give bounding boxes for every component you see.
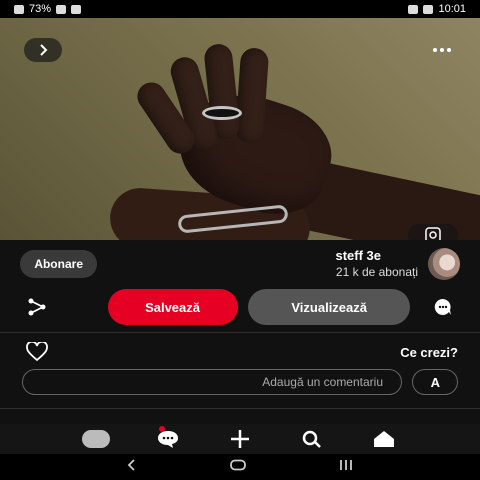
home-button-icon[interactable] <box>229 458 247 476</box>
comments-header: Ce crezi? <box>0 340 480 364</box>
wifi-icon <box>56 4 67 14</box>
creator-info[interactable]: steff 3e 21 k de abonați <box>336 248 460 280</box>
battery-level: 73% <box>29 3 52 15</box>
status-time: 10:01 <box>438 3 466 15</box>
status-left: 10:01 <box>408 3 466 15</box>
user-initial: A <box>430 374 440 390</box>
divider <box>0 332 480 333</box>
current-user-avatar: A <box>412 369 458 395</box>
gallery-icon <box>408 4 419 14</box>
action-row: Vizualizează Salvează <box>0 289 480 325</box>
system-nav <box>0 454 480 480</box>
more-icon[interactable] <box>428 40 456 60</box>
follower-count: 21 k de abonați <box>335 264 418 279</box>
notification-dot <box>159 426 165 432</box>
divider <box>0 408 480 409</box>
comment-placeholder: Adaugă un comentariu <box>262 375 383 389</box>
recents-icon[interactable] <box>338 458 354 476</box>
bottom-nav <box>0 424 480 454</box>
add-icon[interactable] <box>223 426 257 452</box>
pin-detail-screen: 10:01 73% steff 3e 21 k de abonați Abona… <box>0 0 480 480</box>
share-icon[interactable] <box>22 292 52 322</box>
battery-icon <box>14 4 24 14</box>
heart-icon[interactable] <box>22 337 52 367</box>
clock-icon <box>423 4 434 14</box>
profile-icon[interactable] <box>79 426 113 452</box>
home-icon[interactable] <box>367 426 401 452</box>
status-bar: 10:01 73% <box>0 0 480 18</box>
signal-icon <box>71 4 82 14</box>
image-ring <box>202 106 242 120</box>
chat-icon[interactable] <box>151 426 185 452</box>
search-icon[interactable] <box>295 426 329 452</box>
follow-label: Abonare <box>34 257 83 271</box>
comments-title: Ce crezi? <box>400 344 458 360</box>
creator-row: steff 3e 21 k de abonați Abonare <box>0 244 480 284</box>
creator-text: steff 3e 21 k de abonați <box>336 248 418 279</box>
save-button[interactable]: Salvează <box>108 289 238 325</box>
visit-button[interactable]: Vizualizează <box>248 289 410 325</box>
back-chevron-icon[interactable] <box>24 38 62 62</box>
comment-row: A Adaugă un comentariu <box>0 368 480 396</box>
comment-icon[interactable] <box>428 292 458 322</box>
back-icon[interactable] <box>126 458 138 476</box>
status-right: 73% <box>14 3 82 15</box>
save-label: Salvează <box>145 299 201 315</box>
comment-input[interactable]: Adaugă un comentariu <box>22 369 402 395</box>
profile-avatar <box>82 430 110 448</box>
avatar[interactable] <box>428 248 460 280</box>
follow-button[interactable]: Abonare <box>20 250 97 278</box>
visit-label: Vizualizează <box>291 299 367 315</box>
visual-search-icon[interactable] <box>408 224 458 240</box>
creator-name[interactable]: steff 3e <box>336 248 382 264</box>
pin-image[interactable] <box>0 18 480 240</box>
